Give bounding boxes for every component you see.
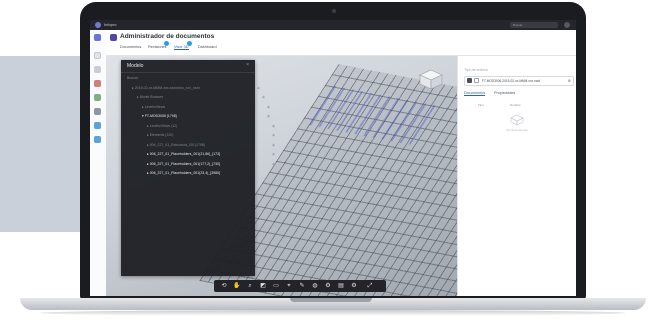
model-tree-row[interactable]: ▾ FT-MOD3006 [1798] ◉ <box>121 112 276 121</box>
model-tree-row[interactable]: ▸ Levels/Views ◉ <box>121 103 276 112</box>
laptop-shadow <box>40 310 626 316</box>
orbit-tool-icon[interactable]: ⟲ <box>220 282 228 290</box>
visibility-icon[interactable]: ◉ <box>272 131 275 140</box>
file-icon <box>467 78 472 83</box>
users-icon[interactable] <box>94 108 101 115</box>
model-tree-row[interactable]: ▸ Model Browser ◉ <box>121 93 271 102</box>
fullscreen-icon[interactable]: ⤢ <box>366 282 374 290</box>
model-browser-panel: Modelo × Buscar ▸ 2015-02-xx-MMM-xxx-xxxx… <box>121 60 275 276</box>
app-logo-icon[interactable] <box>95 22 101 28</box>
markup-icon[interactable]: ✎ <box>298 282 306 290</box>
visibility-icon[interactable]: ◉ <box>257 84 260 93</box>
model-tree-label: ▸ Levels/Views <box>142 104 166 109</box>
model-tree-label: ▸ 006_227_01_Placeholders_001(177,2)_[73… <box>147 161 220 166</box>
alert-icon[interactable] <box>94 80 101 87</box>
visibility-icon[interactable]: ◉ <box>267 103 270 112</box>
home-icon[interactable] <box>94 34 101 41</box>
empty-box-icon <box>510 114 524 126</box>
model-tree-row[interactable]: ▸ 006_227_01_Estructura_001(1798) ◉ <box>121 141 281 150</box>
visibility-icon[interactable]: ◉ <box>272 141 275 150</box>
tab-dashboard[interactable]: Dashboard <box>198 45 217 49</box>
model-tree-row[interactable]: ▸ 006_227_01_Placeholders_001(21,86)_[17… <box>121 150 281 159</box>
pan-tool-icon[interactable]: ✋ <box>233 282 241 290</box>
model-tree-label: ▸ Levels/Views (12) <box>147 123 178 128</box>
global-search-input[interactable]: Buscar <box>510 22 558 28</box>
visibility-icon[interactable]: ◉ <box>272 122 275 131</box>
page-header: Administrador de documentos Documentos R… <box>106 30 576 56</box>
module-icon <box>110 34 117 41</box>
user-avatar[interactable] <box>564 22 570 28</box>
top-bar: Infopro Buscar <box>90 20 576 30</box>
cube-icon <box>474 78 479 83</box>
column-tipo: Tipo <box>478 103 484 107</box>
model-tree-row[interactable]: ▸ Elements (120) ◉ <box>121 131 281 140</box>
measure-icon[interactable]: ⌖ <box>285 282 293 290</box>
model-panel-header: Modelo × <box>121 60 255 73</box>
camera-tool-icon[interactable]: ◩ <box>259 282 267 290</box>
navigation-cube-icon[interactable] <box>418 68 444 90</box>
page-title: Administrador de documentos <box>120 33 215 40</box>
left-sidebar <box>90 30 107 296</box>
revisiones-badge <box>164 41 169 46</box>
visibility-icon[interactable]: ◉ <box>272 169 275 178</box>
model-tree-label: Buscar <box>127 76 138 80</box>
brand-name: Infopro <box>104 22 117 27</box>
model-browser-icon[interactable]: ⚙ <box>324 282 332 290</box>
folder-icon[interactable] <box>94 66 101 73</box>
file-selector[interactable]: FT-MOD3006-2015-02-xx-MMM-xxx.nwd ⊗ <box>464 76 574 86</box>
model-tree-label: ▸ 2015-02-xx-MMM-xxx-xxxxxxxx_xxx_xxxx <box>132 85 200 90</box>
settings-icon[interactable]: ⚙ <box>350 282 358 290</box>
model-tree-row[interactable]: Buscar <box>121 74 261 83</box>
viewer-toolbar: ⟲ ✋ ⌕ ◩ ▭ ⌖ ✎ ◍ ⚙ ▤ ⚙ ⤢ <box>214 280 386 292</box>
model-tree-row[interactable]: ▸ Levels/Views (12) ◉ <box>121 122 281 131</box>
model-tree-row[interactable]: ▸ 006_227_01_Placeholders_001(177,2)_[73… <box>121 160 281 169</box>
document-panel: Tipo de archivo FT-MOD3006-2015-02-xx-MM… <box>457 56 576 296</box>
tab-propiedades[interactable]: Propiedades <box>494 91 515 95</box>
laptop-screen: Infopro Buscar Administrador de document… <box>90 20 576 296</box>
file-type-label: Tipo de archivo <box>464 68 488 72</box>
laptop-notch <box>290 298 372 302</box>
model-tree-label: ▸ 006_227_01_Placeholders_001(23,4)_[398… <box>147 171 220 175</box>
tab-visor-3d[interactable]: Visor 3D <box>174 45 189 50</box>
properties-icon[interactable]: ▤ <box>337 282 345 290</box>
visibility-icon[interactable]: ◉ <box>262 93 265 102</box>
visibility-icon[interactable]: ◉ <box>272 160 275 169</box>
clear-icon[interactable]: ⊗ <box>568 78 571 84</box>
model-tree-label: ▾ FT-MOD3006 [1798] <box>142 114 177 118</box>
visor-badge <box>187 41 192 46</box>
tab-documentos[interactable]: Documentos <box>120 45 141 49</box>
model-tree-row[interactable]: ▸ 2015-02-xx-MMM-xxx-xxxxxxxx_xxx_xxxx ◉ <box>121 84 266 93</box>
tab-revisiones[interactable]: Revisiones <box>148 45 167 49</box>
camera-icon <box>332 9 336 13</box>
calendar-icon[interactable] <box>94 136 101 143</box>
model-tree-label: ▸ Elements (120) <box>147 133 174 137</box>
column-nombre: Nombre <box>510 103 521 107</box>
tab-documentos-panel[interactable]: Documentos <box>464 91 486 96</box>
model-tree-label: ▸ 006_227_01_Estructura_001(1798) <box>147 142 205 147</box>
chat-icon[interactable] <box>94 122 101 129</box>
empty-state-text: Sin documentos <box>506 128 528 132</box>
model-tree-label: ▸ Model Browser <box>137 95 164 99</box>
model-tree-row[interactable]: ▸ 006_227_01_Placeholders_001(23,4)_[398… <box>121 169 281 178</box>
model-panel-title: Modelo <box>127 63 144 69</box>
zoom-tool-icon[interactable]: ⌕ <box>246 282 254 290</box>
explode-icon[interactable]: ◍ <box>311 282 319 290</box>
fit-view-icon[interactable]: ▭ <box>272 282 280 290</box>
documents-icon[interactable] <box>94 52 101 59</box>
close-icon[interactable]: × <box>246 62 249 68</box>
model-tree-label: ▸ 006_227_01_Placeholders_001(21,86)_[17… <box>147 152 220 156</box>
check-icon[interactable] <box>94 94 101 101</box>
visibility-icon[interactable]: ◉ <box>267 112 270 121</box>
visibility-icon[interactable]: ◉ <box>272 150 275 159</box>
file-name: FT-MOD3006-2015-02-xx-MMM-xxx.nwd <box>482 79 540 83</box>
